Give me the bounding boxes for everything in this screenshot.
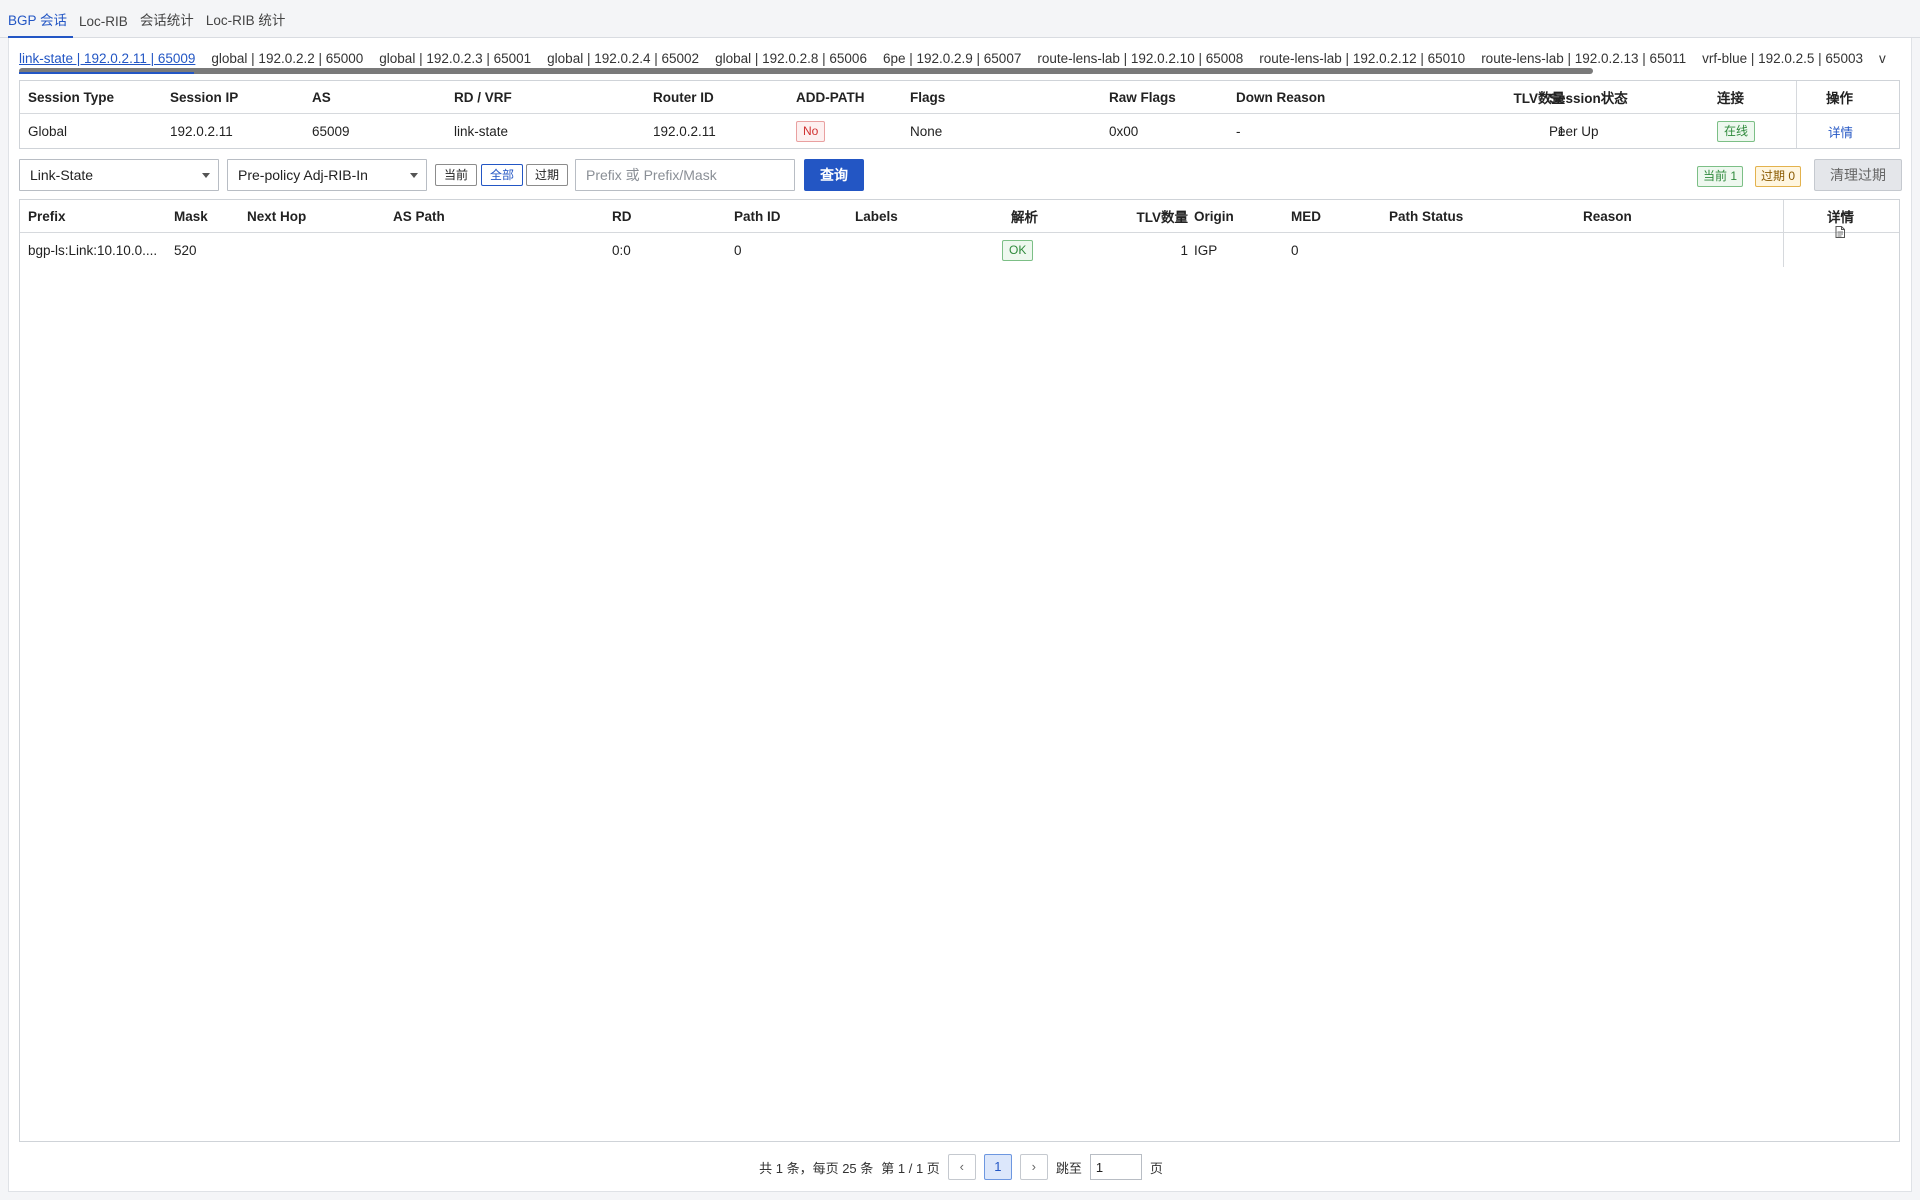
- parse-ok-badge: OK: [1002, 239, 1034, 261]
- clear-expired-button[interactable]: 清理过期: [1814, 159, 1902, 191]
- pagination-page-info: 第 1 / 1 页: [881, 1160, 940, 1176]
- col-prefix: Prefix: [28, 208, 66, 224]
- session-table-header: Session Type Session IP AS RD / VRF Rout…: [20, 81, 1899, 114]
- prev-page-button[interactable]: ‹: [947, 1154, 976, 1180]
- col-as-path: AS Path: [393, 208, 445, 224]
- route-table: Prefix Mask Next Hop AS Path RD Path ID …: [19, 199, 1900, 1142]
- connection-status-badge: 在线: [1717, 120, 1756, 142]
- session-scrollbar-thumb[interactable]: [19, 68, 1593, 74]
- add-path-badge: No: [796, 120, 826, 142]
- filter-expired-button[interactable]: 过期: [526, 164, 568, 186]
- policy-select[interactable]: Pre-policy Adj-RIB-In: [227, 159, 427, 191]
- cell-origin: IGP: [1194, 242, 1218, 258]
- cell-parse: OK: [1002, 239, 1034, 261]
- col-connection: 连接: [1717, 91, 1744, 106]
- col-origin: Origin: [1194, 208, 1234, 224]
- cell-session-type: Global: [28, 123, 68, 139]
- col-next-hop: Next Hop: [247, 208, 307, 224]
- col-add-path: ADD-PATH: [796, 89, 865, 105]
- session-scrollbar[interactable]: [19, 68, 1909, 74]
- table-row: bgp-ls:Link:10.10.0.... 520 0:0 0 OK 1 I…: [20, 226, 1899, 267]
- col-session-ip: Session IP: [170, 89, 239, 105]
- col-flags: Flags: [910, 89, 946, 105]
- col-med: MED: [1291, 208, 1321, 224]
- col-mask: Mask: [174, 208, 208, 224]
- tab-loc-rib[interactable]: Loc-RIB: [79, 14, 134, 37]
- cell-as: 65009: [312, 123, 350, 139]
- session-table-row: Global 192.0.2.11 65009 link-state 192.0…: [20, 114, 1899, 148]
- col-path-status: Path Status: [1389, 208, 1464, 224]
- col-session-state: Session状态: [1549, 91, 1628, 106]
- col-tlv-count: TLV数量: [1136, 210, 1189, 225]
- top-tab-bar: BGP 会话 Loc-RIB 会话统计 Loc-RIB 统计: [0, 0, 1920, 38]
- tab-loc-rib-stats[interactable]: Loc-RIB 统计: [206, 9, 292, 37]
- col-session-type: Session Type: [28, 89, 115, 105]
- filter-all-button[interactable]: 全部: [481, 164, 523, 186]
- route-details-button[interactable]: [1835, 226, 1845, 241]
- chevron-down-icon: [202, 173, 210, 178]
- col-path-id: Path ID: [734, 208, 781, 224]
- cell-session-state: Peer Up: [1549, 123, 1599, 139]
- jump-label: 跳至: [1055, 1160, 1082, 1176]
- col-parse: 解析: [1011, 210, 1038, 225]
- pagination-summary: 共 1 条，每页 25 条: [759, 1160, 874, 1176]
- chevron-down-icon: [410, 173, 418, 178]
- cell-path-id: 0: [734, 242, 742, 258]
- document-icon: [1835, 226, 1845, 238]
- session-details-link[interactable]: 详情: [1828, 122, 1853, 141]
- cell-rd: 0:0: [612, 242, 631, 258]
- cell-rd-vrf: link-state: [454, 123, 509, 139]
- col-labels: Labels: [855, 208, 898, 224]
- cell-connection: 在线: [1717, 120, 1756, 142]
- query-button[interactable]: 查询: [804, 159, 864, 191]
- cell-med: 0: [1291, 242, 1299, 258]
- col-router-id: Router ID: [653, 89, 714, 105]
- cell-router-id: 192.0.2.11: [653, 123, 716, 139]
- route-table-header: Prefix Mask Next Hop AS Path RD Path ID …: [20, 200, 1899, 233]
- column-separator: [1796, 114, 1797, 148]
- col-raw-flags: Raw Flags: [1109, 89, 1176, 105]
- tab-bgp-sessions[interactable]: BGP 会话: [8, 9, 74, 38]
- afi-select-value: Link-State: [30, 167, 94, 183]
- cell-prefix: bgp-ls:Link:10.10.0....: [28, 242, 158, 258]
- cell-tlv-count: 1: [1180, 242, 1188, 258]
- filter-current-button[interactable]: 当前: [435, 164, 477, 186]
- cell-session-ip: 192.0.2.11: [170, 123, 233, 139]
- column-separator: [1783, 233, 1784, 267]
- jump-page-input[interactable]: [1089, 1154, 1142, 1180]
- page-1-button[interactable]: 1: [983, 1154, 1012, 1180]
- col-reason: Reason: [1583, 208, 1632, 224]
- expired-count-badge: 过期 0: [1755, 166, 1802, 187]
- tab-session-stats[interactable]: 会话统计: [140, 9, 200, 37]
- col-down-reason: Down Reason: [1236, 89, 1326, 105]
- col-action: 操作: [1826, 91, 1853, 106]
- cell-raw-flags: 0x00: [1109, 123, 1139, 139]
- cell-add-path: No: [796, 120, 826, 142]
- pagination: 共 1 条，每页 25 条 第 1 / 1 页 ‹ 1 › 跳至 页: [9, 1152, 1913, 1182]
- cell-flags: None: [910, 123, 943, 139]
- col-details: 详情: [1827, 210, 1854, 225]
- col-rd-vrf: RD / VRF: [454, 89, 512, 105]
- prefix-search-input[interactable]: [575, 159, 795, 191]
- column-separator: [1796, 81, 1797, 113]
- page-suffix: 页: [1149, 1160, 1163, 1176]
- current-count-badge: 当前 1: [1697, 166, 1744, 187]
- cell-mask: 520: [174, 242, 197, 258]
- session-active-indicator: [19, 72, 194, 74]
- afi-select[interactable]: Link-State: [19, 159, 219, 191]
- cell-down-reason: -: [1236, 123, 1241, 139]
- main-panel: link-state | 192.0.2.11 | 65009 global |…: [8, 38, 1912, 1192]
- next-page-button[interactable]: ›: [1019, 1154, 1048, 1180]
- route-filter-toolbar: Link-State Pre-policy Adj-RIB-In 当前 全部 过…: [19, 159, 1909, 193]
- column-separator: [1783, 200, 1784, 232]
- policy-select-value: Pre-policy Adj-RIB-In: [238, 167, 368, 183]
- session-table: Session Type Session IP AS RD / VRF Rout…: [19, 80, 1900, 149]
- col-as: AS: [312, 89, 331, 105]
- col-rd: RD: [612, 208, 632, 224]
